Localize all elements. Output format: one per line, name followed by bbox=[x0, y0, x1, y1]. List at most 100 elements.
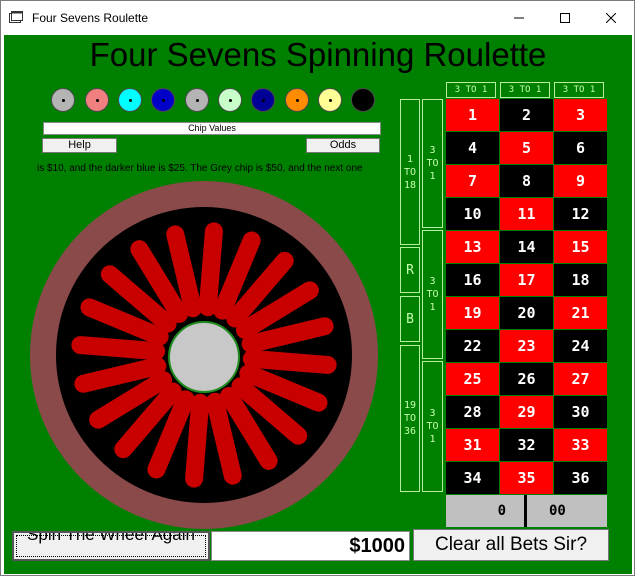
double-zero-cell[interactable]: 00 bbox=[527, 495, 607, 527]
number-cell-24[interactable]: 24 bbox=[554, 330, 607, 362]
number-cell-32[interactable]: 32 bbox=[500, 429, 553, 461]
number-cell-7[interactable]: 7 bbox=[446, 165, 499, 197]
number-cell-26[interactable]: 26 bbox=[500, 363, 553, 395]
number-cell-5[interactable]: 5 bbox=[500, 132, 553, 164]
number-cell-2[interactable]: 2 bbox=[500, 99, 553, 131]
number-cell-19[interactable]: 19 bbox=[446, 297, 499, 329]
number-cell-16[interactable]: 16 bbox=[446, 264, 499, 296]
chip-8[interactable] bbox=[318, 88, 342, 112]
close-icon bbox=[606, 13, 616, 23]
number-cell-25[interactable]: 25 bbox=[446, 363, 499, 395]
roulette-wheel bbox=[29, 180, 379, 530]
wheel-spoke bbox=[242, 349, 337, 374]
app-icon bbox=[9, 11, 23, 23]
bet-dozen-3[interactable]: 3 TO 1 bbox=[422, 361, 443, 492]
number-cell-6[interactable]: 6 bbox=[554, 132, 607, 164]
number-cell-36[interactable]: 36 bbox=[554, 462, 607, 494]
number-cell-28[interactable]: 28 bbox=[446, 396, 499, 428]
column-bet-1[interactable]: 3 TO 1 bbox=[446, 82, 496, 98]
bet-1-to-18-line3: 18 bbox=[403, 179, 417, 191]
wheel-spoke bbox=[198, 222, 223, 317]
number-cell-14[interactable]: 14 bbox=[500, 231, 553, 263]
chip-6[interactable] bbox=[251, 88, 275, 112]
wheel-graphic bbox=[30, 181, 378, 529]
number-cell-13[interactable]: 13 bbox=[446, 231, 499, 263]
app-heading: Four Sevens Spinning Roulette bbox=[89, 36, 547, 73]
number-cell-8[interactable]: 8 bbox=[500, 165, 553, 197]
dozen-3-line3: 1 bbox=[429, 434, 436, 445]
number-cell-17[interactable]: 17 bbox=[500, 264, 553, 296]
dozen-1-line2: TO bbox=[426, 158, 439, 169]
bet-1-to-18-line1: 1 bbox=[406, 153, 414, 165]
zero-cell[interactable]: 0 bbox=[446, 495, 524, 527]
wheel-spoke bbox=[185, 393, 210, 488]
number-cell-20[interactable]: 20 bbox=[500, 297, 553, 329]
minimize-button[interactable] bbox=[496, 1, 542, 35]
number-cell-30[interactable]: 30 bbox=[554, 396, 607, 428]
maximize-button[interactable] bbox=[542, 1, 588, 35]
minimize-icon bbox=[514, 17, 524, 19]
chip-3[interactable] bbox=[151, 88, 175, 112]
dozen-1-line1: 3 bbox=[429, 145, 436, 156]
bet-19-to-36[interactable]: 19 TO 36 bbox=[400, 345, 420, 492]
chip-values-button[interactable]: Chip Values bbox=[43, 122, 381, 135]
number-cell-27[interactable]: 27 bbox=[554, 363, 607, 395]
chip-5[interactable] bbox=[218, 88, 242, 112]
number-cell-15[interactable]: 15 bbox=[554, 231, 607, 263]
help-button[interactable]: Help bbox=[42, 138, 117, 153]
column-bet-2[interactable]: 3 TO 1 bbox=[500, 82, 550, 98]
dozen-3-line2: TO bbox=[426, 421, 439, 432]
bank-balance: $1000 bbox=[211, 531, 410, 561]
focus-outline bbox=[16, 535, 206, 557]
chip-7[interactable] bbox=[285, 88, 309, 112]
bet-dozen-2[interactable]: 3 TO 1 bbox=[422, 230, 443, 359]
bet-black-label: B bbox=[406, 311, 414, 327]
dozen-1-line3: 1 bbox=[429, 171, 436, 182]
bet-19-to-36-line2: TO bbox=[403, 413, 417, 424]
wheel-hub bbox=[168, 321, 240, 393]
spin-wheel-button[interactable]: Spin The Wheel Again bbox=[12, 531, 210, 561]
number-cell-22[interactable]: 22 bbox=[446, 330, 499, 362]
number-cell-3[interactable]: 3 bbox=[554, 99, 607, 131]
number-cell-18[interactable]: 18 bbox=[554, 264, 607, 296]
title-bar[interactable]: Four Sevens Roulette bbox=[1, 1, 634, 35]
dozen-2-line3: 1 bbox=[429, 302, 436, 313]
chip-9[interactable] bbox=[351, 88, 375, 112]
chip-1[interactable] bbox=[85, 88, 109, 112]
number-cell-1[interactable]: 1 bbox=[446, 99, 499, 131]
bet-red-label: R bbox=[406, 262, 414, 278]
number-cell-11[interactable]: 11 bbox=[500, 198, 553, 230]
bet-dozen-1[interactable]: 3 TO 1 bbox=[422, 99, 443, 228]
bet-19-to-36-line3: 36 bbox=[403, 426, 417, 437]
bet-black[interactable]: B bbox=[400, 296, 420, 342]
odds-button[interactable]: Odds bbox=[306, 138, 380, 153]
bet-1-to-18[interactable]: 1 TO 18 bbox=[400, 99, 420, 245]
chip-0[interactable] bbox=[51, 88, 75, 112]
dozen-3-line1: 3 bbox=[429, 408, 436, 419]
dozen-2-line1: 3 bbox=[429, 276, 436, 287]
number-cell-29[interactable]: 29 bbox=[500, 396, 553, 428]
window-title: Four Sevens Roulette bbox=[32, 11, 149, 25]
number-cell-10[interactable]: 10 bbox=[446, 198, 499, 230]
number-cell-33[interactable]: 33 bbox=[554, 429, 607, 461]
number-cell-23[interactable]: 23 bbox=[500, 330, 553, 362]
number-cell-4[interactable]: 4 bbox=[446, 132, 499, 164]
clear-bets-button[interactable]: Clear all Bets Sir? bbox=[413, 529, 609, 561]
number-cell-12[interactable]: 12 bbox=[554, 198, 607, 230]
bet-19-to-36-line1: 19 bbox=[403, 400, 417, 411]
bet-red[interactable]: R bbox=[400, 247, 420, 293]
number-cell-21[interactable]: 21 bbox=[554, 297, 607, 329]
number-cell-34[interactable]: 34 bbox=[446, 462, 499, 494]
info-ticker: is $10, and the darker blue is $25. The … bbox=[37, 163, 363, 174]
dozen-2-line2: TO bbox=[426, 289, 439, 300]
number-cell-35[interactable]: 35 bbox=[500, 462, 553, 494]
number-cell-31[interactable]: 31 bbox=[446, 429, 499, 461]
game-area: Four Sevens Spinning Roulette Chip Value… bbox=[4, 35, 632, 574]
chip-4[interactable] bbox=[185, 88, 209, 112]
close-button[interactable] bbox=[588, 1, 634, 35]
wheel-spoke bbox=[71, 336, 166, 361]
column-bet-3[interactable]: 3 TO 1 bbox=[554, 82, 604, 98]
chip-2[interactable] bbox=[118, 88, 142, 112]
number-cell-9[interactable]: 9 bbox=[554, 165, 607, 197]
bet-1-to-18-line2: TO bbox=[403, 166, 417, 178]
